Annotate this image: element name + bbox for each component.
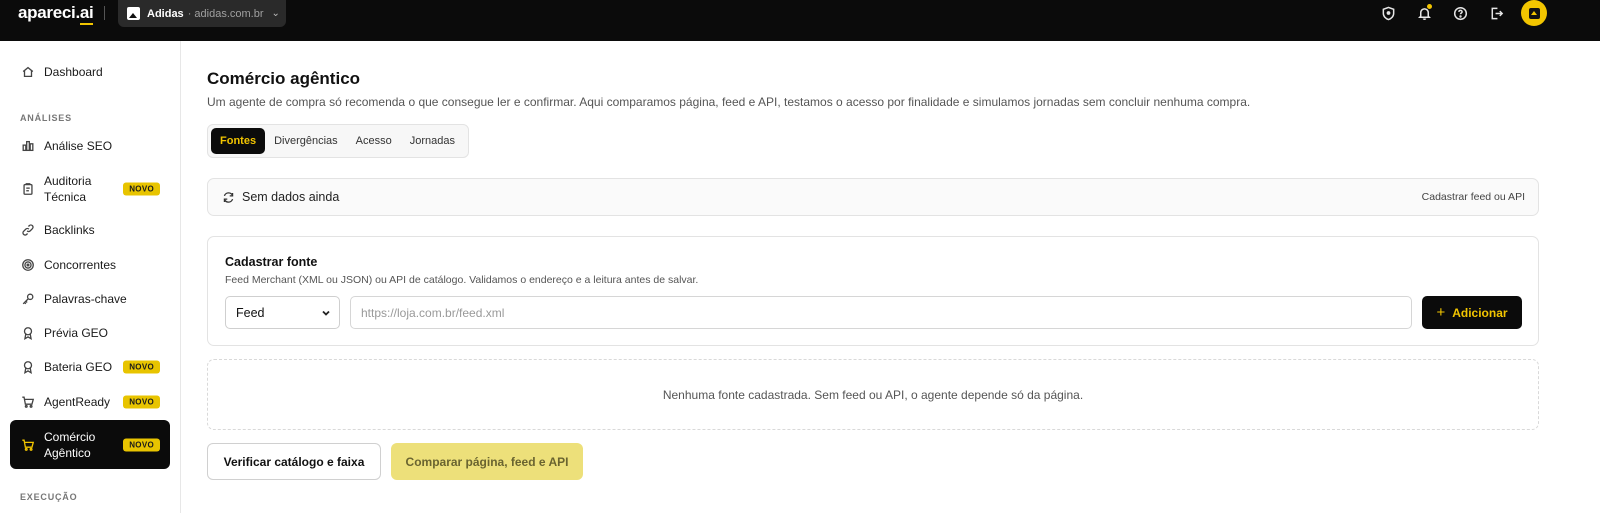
sidebar-item-bateria-geo[interactable]: Bateria GEO NOVO — [10, 351, 170, 383]
avatar-logo-icon — [1528, 7, 1540, 19]
url-input[interactable] — [350, 296, 1412, 329]
page-title: Comércio agêntico — [207, 69, 361, 88]
home-icon — [20, 65, 35, 80]
help-icon[interactable] — [1452, 5, 1468, 21]
sidebar-item-label: Comércio Agêntico — [44, 429, 96, 460]
empty-state: Nenhuma fonte cadastrada. Sem feed ou AP… — [207, 359, 1539, 430]
refresh-icon[interactable] — [222, 191, 235, 204]
new-badge: NOVO — [123, 360, 160, 374]
bell-icon[interactable] — [1416, 4, 1432, 21]
shield-icon[interactable] — [1380, 5, 1396, 21]
sidebar-item-label: AgentReady — [44, 395, 111, 409]
sidebar-item-concorrentes[interactable]: Concorrentes — [10, 249, 170, 281]
bar-chart-icon — [20, 139, 35, 154]
app-logo[interactable]: apareci.ai — [18, 3, 94, 23]
sidebar-item-previa-geo[interactable]: Prévia GEO — [10, 317, 170, 349]
section-label-execucao: EXECUÇÃO — [20, 492, 78, 502]
top-bar: apareci.ai Adidas · adidas.com.br ⌄ — [0, 0, 1600, 41]
cart-icon — [20, 395, 35, 410]
site-switcher[interactable]: Adidas · adidas.com.br ⌄ — [118, 0, 286, 27]
sidebar-item-label: Dashboard — [44, 65, 103, 79]
award-icon — [20, 360, 35, 375]
site-domain: · adidas.com.br — [187, 7, 264, 20]
cart-icon — [20, 437, 35, 452]
logo-text: apareci. — [18, 3, 80, 22]
sidebar-item-label: Palavras-chave — [44, 292, 127, 306]
compare-button[interactable]: Comparar página, feed e API — [391, 443, 583, 480]
page-description: Um agente de compra só recomenda o que c… — [207, 95, 1251, 109]
verify-catalog-button[interactable]: Verificar catálogo e faixa — [207, 443, 381, 480]
site-logo-icon — [127, 7, 140, 20]
sidebar-item-label: Análise SEO — [44, 139, 113, 153]
tab-jornadas[interactable]: Jornadas — [401, 128, 464, 154]
source-type-select[interactable]: Feed — [225, 296, 340, 329]
sidebar-item-label: Bateria GEO — [44, 360, 113, 374]
notification-dot — [1427, 4, 1432, 9]
logout-icon[interactable] — [1488, 5, 1504, 21]
sidebar: Dashboard ANÁLISES Análise SEO Auditoria… — [0, 41, 181, 513]
key-icon — [20, 292, 35, 307]
register-feed-link[interactable]: Cadastrar feed ou API — [1422, 191, 1525, 203]
main-content: Comércio agêntico Um agente de compra só… — [182, 41, 1600, 513]
sidebar-item-label: Auditoria Técnica — [44, 174, 92, 204]
sidebar-item-backlinks[interactable]: Backlinks — [10, 214, 170, 246]
target-icon — [20, 258, 35, 273]
logo-ai-text: ai — [79, 3, 94, 22]
plus-icon: + — [1436, 304, 1446, 321]
sidebar-item-label: Prévia GEO — [44, 326, 109, 340]
tab-acesso[interactable]: Acesso — [347, 128, 401, 154]
add-button[interactable]: + Adicionar — [1422, 296, 1522, 329]
sidebar-item-label: Backlinks — [44, 223, 95, 237]
site-name: Adidas — [147, 7, 184, 20]
new-badge: NOVO — [123, 395, 160, 409]
card-description: Feed Merchant (XML ou JSON) ou API de ca… — [225, 274, 699, 286]
source-type-value: Feed — [236, 305, 265, 320]
sidebar-item-comercio-agentico[interactable]: Comércio Agêntico NOVO — [10, 420, 170, 469]
divider — [104, 6, 105, 20]
tab-fontes[interactable]: Fontes — [211, 128, 266, 154]
award-icon — [20, 326, 35, 341]
sidebar-item-palavras-chave[interactable]: Palavras-chave — [10, 283, 170, 315]
sidebar-item-label: Concorrentes — [44, 258, 117, 272]
section-label-analises: ANÁLISES — [20, 113, 72, 123]
sidebar-item-dashboard[interactable]: Dashboard — [10, 56, 170, 88]
status-bar: Sem dados ainda Cadastrar feed ou API — [207, 178, 1539, 216]
chevron-down-icon: ⌄ — [271, 8, 280, 19]
clipboard-icon — [20, 182, 35, 197]
sidebar-item-agentready[interactable]: AgentReady NOVO — [10, 386, 170, 418]
register-source-card: Cadastrar fonte Feed Merchant (XML ou JS… — [207, 236, 1539, 346]
tab-divergencias[interactable]: Divergências — [265, 128, 347, 154]
tab-bar: Fontes Divergências Acesso Jornadas — [207, 124, 469, 158]
add-button-label: Adicionar — [1452, 305, 1508, 320]
avatar[interactable] — [1521, 0, 1547, 26]
sidebar-item-analise-seo[interactable]: Análise SEO — [10, 130, 170, 162]
card-title: Cadastrar fonte — [225, 255, 318, 269]
chevron-down-icon — [321, 307, 331, 317]
link-icon — [20, 223, 35, 238]
status-text: Sem dados ainda — [242, 190, 340, 204]
sidebar-item-auditoria-tecnica[interactable]: Auditoria Técnica NOVO — [10, 170, 170, 208]
new-badge: NOVO — [123, 438, 160, 451]
new-badge: NOVO — [123, 182, 160, 196]
